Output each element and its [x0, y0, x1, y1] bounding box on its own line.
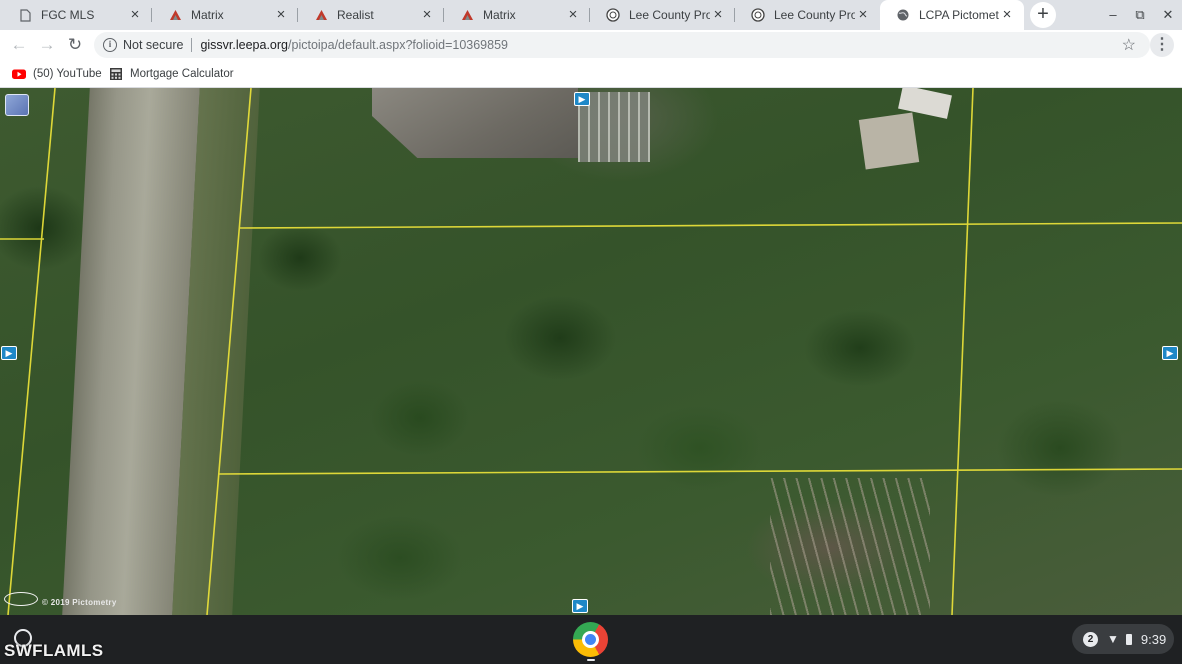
notification-count-badge: 2 — [1083, 631, 1098, 647]
brand-watermark: SWFLAMLS — [4, 641, 104, 660]
tab-matrix-1[interactable]: Matrix × — [152, 0, 298, 30]
tab-title: Matrix — [191, 8, 224, 22]
county-seal-icon — [751, 8, 765, 22]
youtube-icon — [12, 67, 26, 81]
back-button[interactable]: ← — [7, 33, 31, 57]
matrix-icon — [460, 8, 474, 22]
bookmark-mortgage-calculator[interactable]: Mortgage Calculator — [109, 60, 234, 87]
tab-title: Lee County Propert — [629, 8, 710, 22]
pictometry-logo-icon — [4, 592, 38, 606]
county-seal-icon — [606, 8, 620, 22]
browser-menu-icon[interactable]: ⋮ — [1150, 33, 1174, 57]
navigation-cube-icon[interactable] — [5, 94, 29, 116]
tab-lee-county-property-2[interactable]: Lee County Propert × — [735, 0, 880, 30]
chrome-app-icon[interactable] — [573, 622, 608, 657]
info-icon[interactable]: i — [103, 38, 117, 52]
camera-marker-icon[interactable]: ▶ — [574, 92, 590, 106]
minimize-button[interactable]: – — [1099, 0, 1127, 30]
parcel-line — [218, 468, 1182, 475]
tab-fgc-mls[interactable]: FGC MLS × — [2, 0, 152, 30]
os-shelf: SWFLAMLS 2 ▼ 9:39 — [0, 615, 1182, 664]
new-tab-button[interactable]: + — [1030, 2, 1056, 28]
tab-title: Lee County Propert — [774, 8, 855, 22]
tab-close-icon[interactable]: × — [273, 7, 289, 23]
url-path: /pictoipa/default.aspx?folioid=10369859 — [288, 38, 508, 52]
reload-button[interactable]: ↻ — [63, 33, 87, 57]
camera-marker-icon[interactable]: ▶ — [1, 346, 17, 360]
camera-marker-icon[interactable]: ▶ — [1162, 346, 1178, 360]
tab-close-icon[interactable]: × — [855, 7, 871, 23]
tab-lee-county-property-1[interactable]: Lee County Propert × — [590, 0, 735, 30]
wifi-icon: ▼ — [1107, 632, 1119, 646]
tab-lcpa-pictometry[interactable]: LCPA Pictometry V × — [880, 0, 1024, 30]
copyright-watermark: © 2019 Pictometry — [42, 598, 117, 607]
forward-button[interactable]: → — [35, 33, 59, 57]
close-window-button[interactable]: ✕ — [1154, 0, 1182, 30]
security-label: Not secure — [123, 38, 184, 52]
realist-icon — [314, 8, 328, 22]
tab-realist[interactable]: Realist × — [298, 0, 444, 30]
maximize-button[interactable]: ⧉ — [1126, 0, 1154, 30]
bookmark-youtube[interactable]: (50) YouTube — [12, 60, 102, 87]
globe-icon — [896, 8, 910, 22]
bookmark-label: Mortgage Calculator — [130, 67, 234, 80]
tab-strip: FGC MLS × Matrix × Realist × Matrix × Le… — [0, 0, 1182, 30]
tab-close-icon[interactable]: × — [999, 7, 1015, 23]
url-host: gissvr.leepa.org — [200, 38, 289, 52]
parcel-lines — [0, 88, 1182, 615]
tab-close-icon[interactable]: × — [419, 7, 435, 23]
tab-title: FGC MLS — [41, 8, 95, 22]
camera-marker-icon[interactable]: ▶ — [572, 599, 588, 613]
parcel-line — [206, 88, 252, 615]
status-tray[interactable]: 2 ▼ 9:39 — [1072, 624, 1174, 654]
running-app-indicator — [587, 659, 595, 661]
tab-close-icon[interactable]: × — [565, 7, 581, 23]
bookmark-label: (50) YouTube — [33, 67, 102, 80]
parcel-line — [238, 222, 1182, 229]
document-icon — [18, 8, 32, 22]
tab-close-icon[interactable]: × — [127, 7, 143, 23]
bookmarks-bar: (50) YouTube Mortgage Calculator — [0, 60, 1182, 88]
calculator-icon — [109, 67, 123, 81]
tab-title: LCPA Pictometry V — [919, 8, 999, 22]
bookmark-star-icon[interactable]: ☆ — [1122, 35, 1136, 55]
tab-matrix-2[interactable]: Matrix × — [444, 0, 590, 30]
aerial-map-viewport[interactable]: ▶ ▶ ▶ ▶ © 2019 Pictometry — [0, 88, 1182, 615]
url-divider — [191, 38, 193, 52]
tab-close-icon[interactable]: × — [710, 7, 726, 23]
tab-title: Realist — [337, 8, 374, 22]
browser-toolbar: ← → ↻ i Not secure gissvr.leepa.org /pic… — [0, 30, 1182, 60]
tab-title: Matrix — [483, 8, 516, 22]
clock: 9:39 — [1140, 631, 1167, 647]
address-bar[interactable]: i Not secure gissvr.leepa.org /pictoipa/… — [94, 32, 1150, 58]
parcel-line — [951, 88, 974, 615]
matrix-icon — [168, 8, 182, 22]
battery-icon — [1125, 633, 1132, 645]
